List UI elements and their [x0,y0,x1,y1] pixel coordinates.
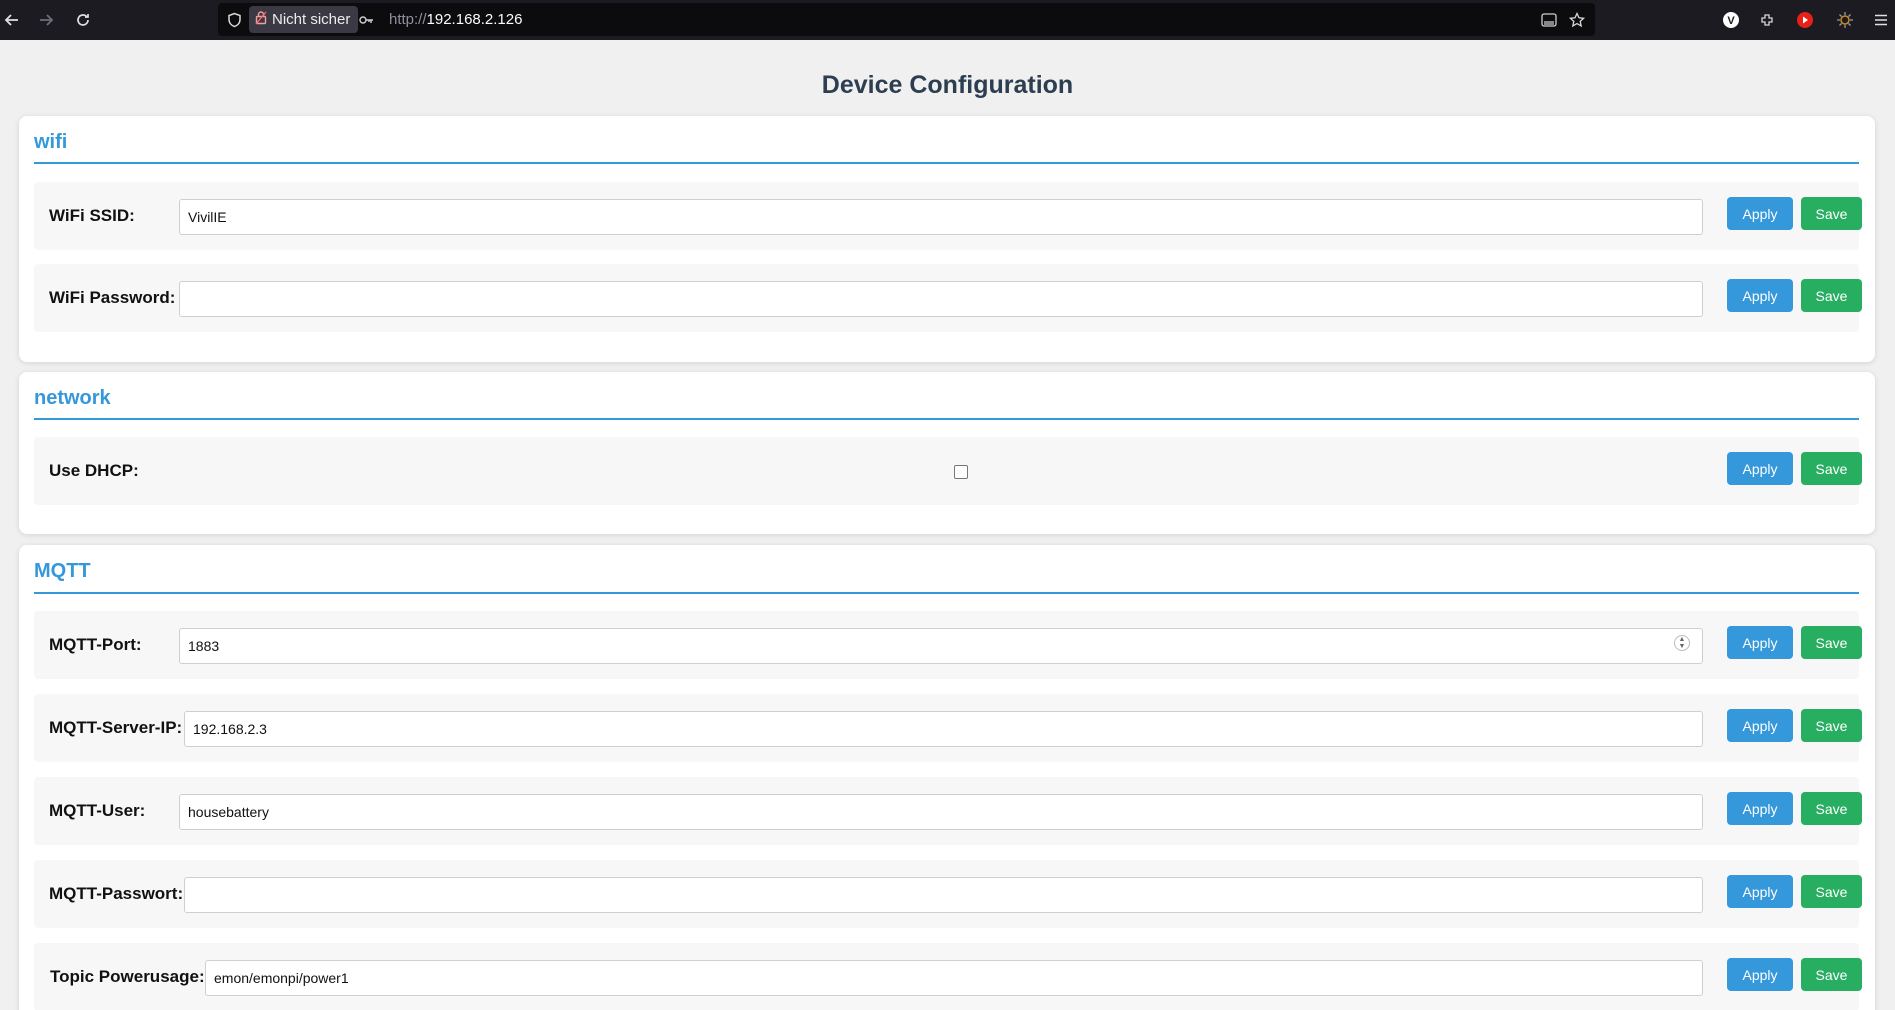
svg-text:V: V [1727,15,1735,27]
wifi-section: wifi WiFi SSID: Apply Save WiFi Password… [19,116,1875,362]
broken-lock-icon [255,10,267,29]
setting-row-mqtt-port: MQTT-Port: ▲▼ Apply Save [34,611,1862,679]
apply-button[interactable]: Apply [1727,709,1793,742]
mqtt-password-input[interactable] [184,877,1703,913]
url-text[interactable]: http://192.168.2.126 [389,3,522,36]
setting-label: Topic Powerusage: [50,967,205,986]
setting-row-mqtt-server-ip: MQTT-Server-IP: Apply Save [34,694,1862,762]
back-icon[interactable] [0,0,24,40]
mqtt-port-input[interactable] [179,628,1703,664]
section-divider [34,592,1859,594]
shield-icon[interactable] [227,3,242,36]
reader-view-icon[interactable] [1541,3,1557,36]
mqtt-section: MQTT MQTT-Port: ▲▼ Apply Save MQTT-Serve… [19,545,1875,1010]
setting-row-wifi-ssid: WiFi SSID: Apply Save [34,182,1862,250]
setting-row-mqtt-user: MQTT-User: Apply Save [34,777,1862,845]
setting-label: WiFi Password: [49,288,176,307]
use-dhcp-checkbox[interactable] [954,465,968,479]
url-bar[interactable]: Nicht sicher http://192.168.2.126 [218,3,1595,36]
setting-row-mqtt-password: MQTT-Passwort: Apply Save [34,860,1862,928]
setting-label: Use DHCP: [49,461,139,480]
forward-icon[interactable] [34,0,58,40]
blocker-extension-icon[interactable] [1833,0,1857,40]
menu-icon[interactable] [1869,0,1893,40]
key-icon[interactable] [359,3,374,36]
youtube-extension-icon[interactable] [1793,0,1817,40]
save-button[interactable]: Save [1801,792,1862,825]
bookmark-star-icon[interactable] [1569,3,1585,36]
mqtt-user-input[interactable] [179,794,1703,830]
setting-label: MQTT-Port: [49,635,142,654]
vpn-extension-icon[interactable]: V [1719,0,1743,40]
setting-label: MQTT-Server-IP: [49,718,183,737]
setting-row-use-dhcp: Use DHCP: Apply Save [34,437,1862,505]
mqtt-server-ip-input[interactable] [184,711,1703,747]
topic-powerusage-input[interactable] [205,960,1703,996]
apply-button[interactable]: Apply [1727,875,1793,908]
wifi-ssid-input[interactable] [179,199,1703,235]
apply-button[interactable]: Apply [1727,279,1793,312]
apply-button[interactable]: Apply [1727,452,1793,485]
save-button[interactable]: Save [1801,279,1862,312]
browser-toolbar: Nicht sicher http://192.168.2.126 V [0,0,1895,40]
apply-button[interactable]: Apply [1727,626,1793,659]
security-indicator[interactable]: Nicht sicher [249,6,359,33]
reload-icon[interactable] [71,0,95,40]
url-host: 192.168.2.126 [426,11,523,28]
page-title: Device Configuration [821,71,1074,99]
setting-label: WiFi SSID: [49,206,135,225]
section-title: MQTT [34,560,91,582]
extensions-icon[interactable] [1755,0,1779,40]
apply-button[interactable]: Apply [1727,958,1793,991]
save-button[interactable]: Save [1801,875,1862,908]
setting-row-topic-powerusage: Topic Powerusage: Apply Save [34,943,1862,1010]
setting-label: MQTT-Passwort: [49,884,184,903]
save-button[interactable]: Save [1801,626,1862,659]
save-button[interactable]: Save [1801,958,1862,991]
security-label: Nicht sicher [272,11,351,28]
apply-button[interactable]: Apply [1727,197,1793,230]
apply-button[interactable]: Apply [1727,792,1793,825]
section-title: wifi [34,131,68,153]
save-button[interactable]: Save [1801,709,1862,742]
section-divider [34,162,1859,164]
network-section: network Use DHCP: Apply Save [19,372,1875,534]
wifi-password-input[interactable] [179,281,1703,317]
url-protocol: http:// [389,11,427,28]
section-title: network [34,387,111,409]
setting-row-wifi-password: WiFi Password: Apply Save [34,264,1862,332]
setting-label: MQTT-User: [49,801,146,820]
section-divider [34,418,1859,420]
number-spinner-icon[interactable]: ▲ ▼ [1674,635,1690,651]
save-button[interactable]: Save [1801,452,1862,485]
save-button[interactable]: Save [1801,197,1862,230]
